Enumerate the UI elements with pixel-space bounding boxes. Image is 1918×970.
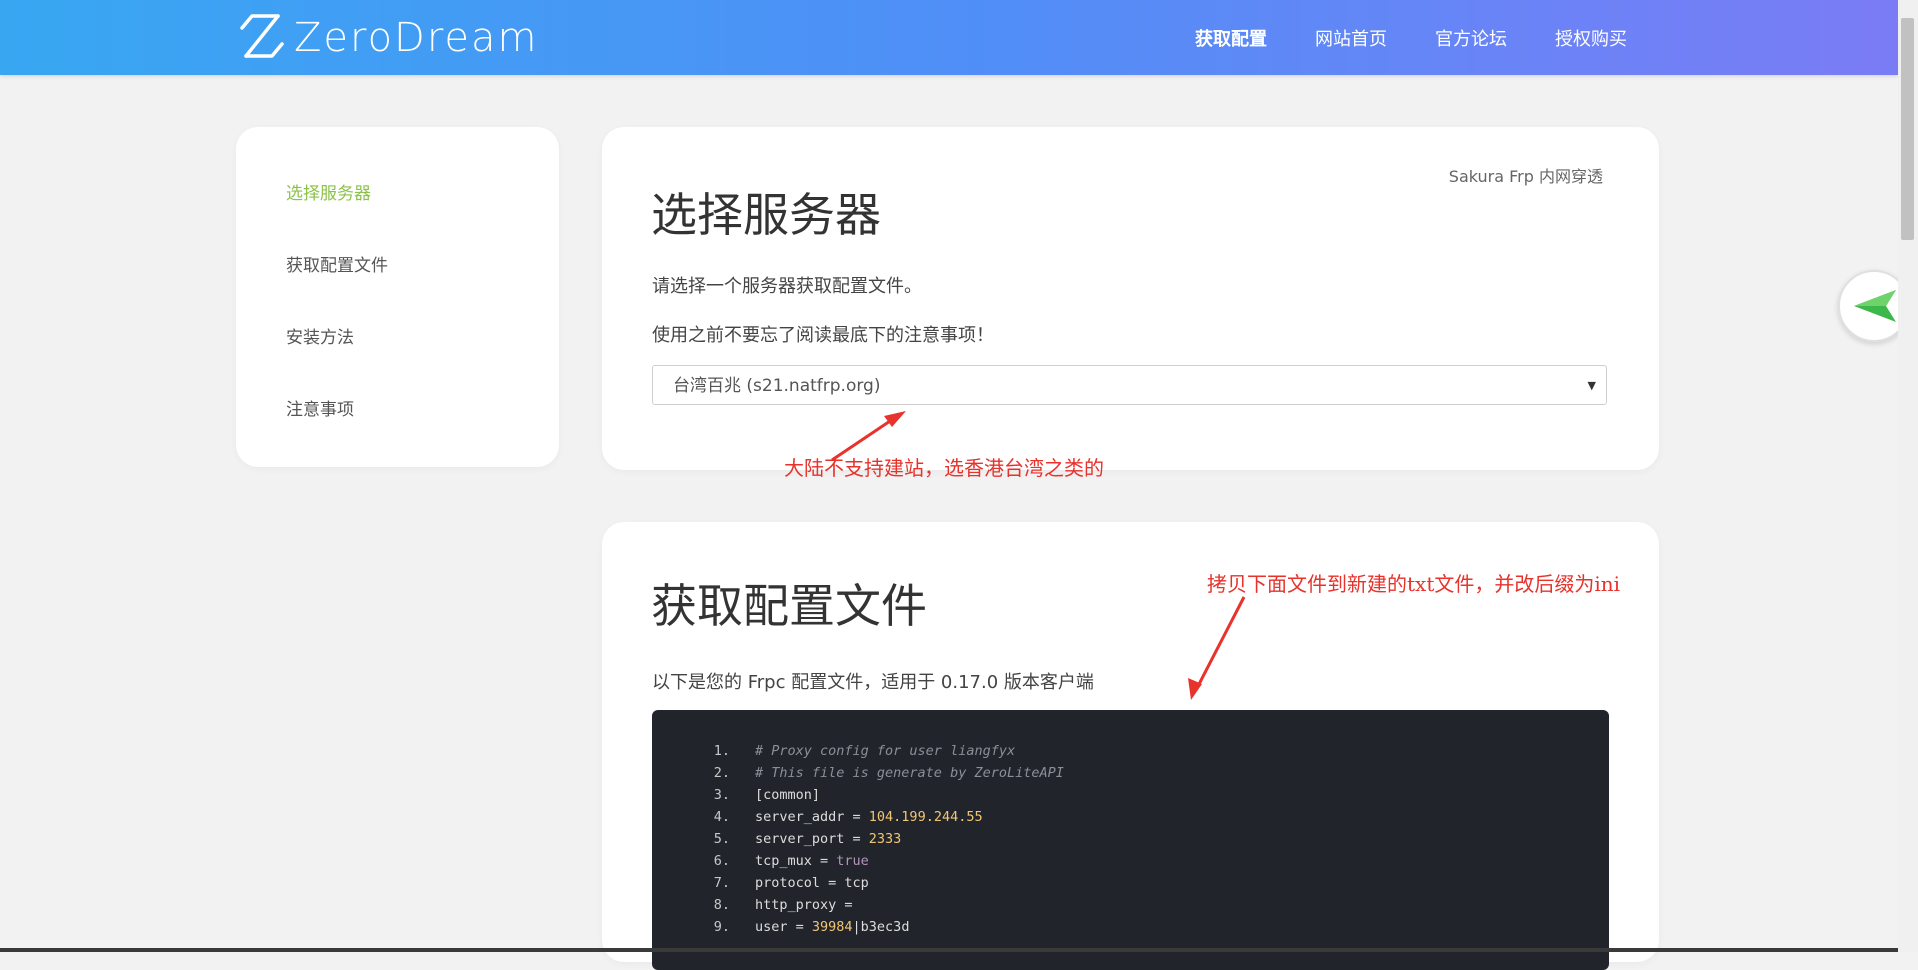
select-server-card: Sakura Frp 内网穿透 选择服务器 请选择一个服务器获取配置文件。 使用… (602, 127, 1659, 470)
code-line-text: user = 39984|b3ec3d (755, 916, 909, 938)
code-line-number: 5. (713, 831, 730, 847)
main-nav: 获取配置 网站首页 官方论坛 授权购买 (1195, 0, 1675, 75)
code-line-number: 8. (713, 897, 730, 913)
code-line: 9. user = 39984|b3ec3d (652, 916, 1609, 938)
code-token: # This file is generate by ZeroLiteAPI (755, 765, 1064, 781)
nav-get-config[interactable]: 获取配置 (1195, 25, 1267, 51)
server-desc-2: 使用之前不要忘了阅读最底下的注意事项！ (652, 325, 994, 346)
code-line-text: # This file is generate by ZeroLiteAPI (755, 762, 1064, 784)
code-line-text: [common] (755, 784, 820, 806)
code-line: 7. protocol = tcp (652, 872, 1609, 894)
code-line-text: protocol = tcp (755, 872, 869, 894)
code-token: |b3ec3d (852, 919, 910, 935)
code-token: http_proxy = (755, 897, 853, 913)
code-line-text: http_proxy = (755, 894, 853, 916)
config-desc: 以下是您的 Frpc 配置文件，适用于 0.17.0 版本客户端 (652, 672, 1094, 693)
sidebar: 选择服务器 获取配置文件 安装方法 注意事项 (236, 127, 559, 467)
server-select[interactable]: 台湾百兆 (s21.natfrp.org) ▼ (652, 365, 1607, 405)
code-line-number: 2. (713, 765, 730, 781)
code-line-text: # Proxy config for user liangfyx (755, 740, 1015, 762)
code-line-text: server_addr = 104.199.244.55 (755, 806, 983, 828)
server-desc-1: 请选择一个服务器获取配置文件。 (652, 276, 922, 297)
code-token: server_port = (755, 831, 869, 847)
nav-home[interactable]: 网站首页 (1315, 25, 1387, 51)
service-tag: Sakura Frp 内网穿透 (1448, 167, 1603, 186)
annotation-server-note: 大陆不支持建站，选香港台湾之类的 (784, 456, 1104, 480)
code-line-number: 9. (713, 919, 730, 935)
code-token: user = (755, 919, 812, 935)
code-line: 6. tcp_mux = true (652, 850, 1609, 872)
code-token: true (836, 853, 869, 869)
code-token: 104.199.244.55 (868, 809, 983, 825)
code-line-number: 4. (713, 809, 730, 825)
code-line: 4. server_addr = 104.199.244.55 (652, 806, 1609, 828)
code-line-number: 6. (713, 853, 730, 869)
nav-forum[interactable]: 官方论坛 (1435, 25, 1507, 51)
brand-logo[interactable]: ZeroDream (238, 10, 539, 65)
code-line-text: tcp_mux = true (755, 850, 869, 872)
sidebar-item-install[interactable]: 安装方法 (286, 315, 559, 387)
sidebar-item-notes[interactable]: 注意事项 (286, 387, 559, 459)
code-token: protocol = tcp (755, 875, 869, 891)
server-select-value: 台湾百兆 (s21.natfrp.org) (673, 376, 881, 396)
caret-down-icon: ▼ (1587, 379, 1596, 392)
section-title-config: 获取配置文件 (651, 579, 927, 633)
code-line: 5. server_port = 2333 (652, 828, 1609, 850)
code-token: [common] (755, 787, 821, 803)
code-token: 2333 (868, 831, 902, 847)
bottom-bar (0, 948, 1898, 952)
code-line-number: 1. (713, 743, 730, 759)
code-line: 2. # This file is generate by ZeroLiteAPI (652, 762, 1609, 784)
code-line: 3. [common] (652, 784, 1609, 806)
brand-name: ZeroDream (294, 14, 539, 61)
code-line-number: 3. (713, 787, 730, 803)
nav-purchase[interactable]: 授权购买 (1555, 25, 1627, 51)
sidebar-item-select-server[interactable]: 选择服务器 (286, 171, 559, 243)
code-token: 39984 (811, 919, 853, 935)
code-token: tcp_mux = (755, 853, 837, 869)
zerodream-logo-icon (238, 10, 286, 66)
section-title-server: 选择服务器 (651, 188, 881, 242)
scrollbar-thumb[interactable] (1901, 18, 1914, 240)
code-token: server_addr = (755, 809, 869, 825)
code-token: # Proxy config for user liangfyx (755, 743, 1016, 759)
code-line: 8. http_proxy = (652, 894, 1609, 916)
code-line: 1. # Proxy config for user liangfyx (652, 740, 1609, 762)
sidebar-item-get-config[interactable]: 获取配置文件 (286, 243, 559, 315)
vertical-scrollbar[interactable] (1898, 0, 1918, 952)
code-line-number: 7. (713, 875, 730, 891)
annotation-copy-note: 拷贝下面文件到新建的txt文件，并改后缀为ini (1207, 572, 1621, 596)
config-code-block[interactable]: 1. # Proxy config for user liangfyx 2. # Th… (652, 710, 1609, 970)
code-line-text: server_port = 2333 (755, 828, 901, 850)
top-navbar: ZeroDream 获取配置 网站首页 官方论坛 授权购买 (0, 0, 1898, 75)
